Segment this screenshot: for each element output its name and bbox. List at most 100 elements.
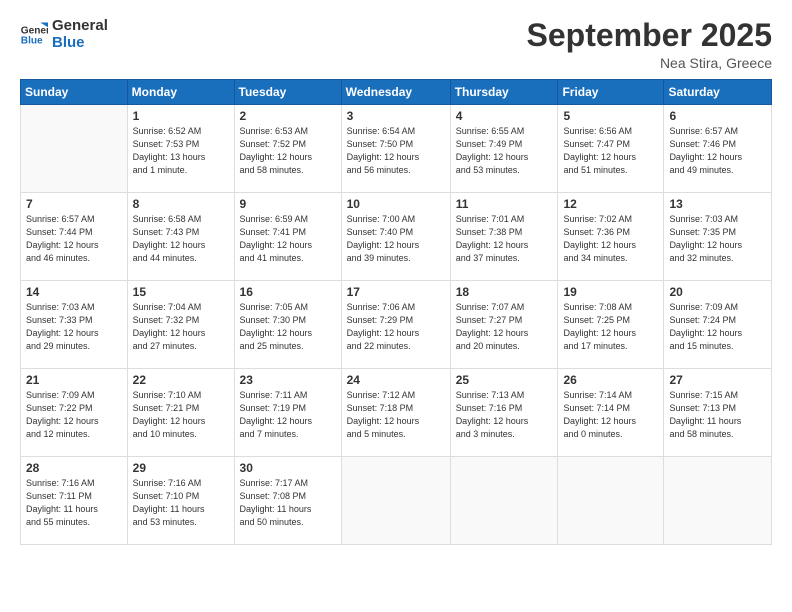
day-number: 27 bbox=[669, 373, 766, 387]
calendar-cell: 17Sunrise: 7:06 AM Sunset: 7:29 PM Dayli… bbox=[341, 281, 450, 369]
day-number: 1 bbox=[133, 109, 229, 123]
day-info: Sunrise: 7:15 AM Sunset: 7:13 PM Dayligh… bbox=[669, 389, 766, 441]
day-info: Sunrise: 7:05 AM Sunset: 7:30 PM Dayligh… bbox=[240, 301, 336, 353]
weekday-header-friday: Friday bbox=[558, 80, 664, 105]
calendar-cell: 4 Sunrise: 6:55 AM Sunset: 7:49 PM Daylig… bbox=[450, 105, 558, 193]
day-number: 18 bbox=[456, 285, 553, 299]
title-block: September 2025 Nea Stira, Greece bbox=[527, 18, 772, 71]
location-subtitle: Nea Stira, Greece bbox=[527, 55, 772, 71]
day-info: Sunrise: 7:02 AM Sunset: 7:36 PM Dayligh… bbox=[563, 213, 658, 265]
header: General Blue General Blue September 2025… bbox=[20, 18, 772, 71]
calendar-cell bbox=[450, 457, 558, 545]
day-number: 19 bbox=[563, 285, 658, 299]
weekday-header-wednesday: Wednesday bbox=[341, 80, 450, 105]
calendar-cell: 23Sunrise: 7:11 AM Sunset: 7:19 PM Dayli… bbox=[234, 369, 341, 457]
logo: General Blue General Blue bbox=[20, 18, 108, 51]
day-info: Sunrise: 6:57 AM Sunset: 7:46 PM Dayligh… bbox=[669, 125, 766, 177]
day-info: Sunrise: 6:54 AM Sunset: 7:50 PM Dayligh… bbox=[347, 125, 445, 177]
calendar-cell: 22 Sunrise: 7:10 AM Sunset: 7:21 PM Dayli… bbox=[127, 369, 234, 457]
calendar-cell bbox=[21, 105, 128, 193]
calendar-cell: 20 Sunrise: 7:09 AM Sunset: 7:24 PM Dayli… bbox=[664, 281, 772, 369]
calendar-cell: 9 Sunrise: 6:59 AM Sunset: 7:41 PM Daylig… bbox=[234, 193, 341, 281]
week-row-1: 1 Sunrise: 6:52 AM Sunset: 7:53 PM Daylig… bbox=[21, 105, 772, 193]
calendar-cell: 8 Sunrise: 6:58 AM Sunset: 7:43 PM Daylig… bbox=[127, 193, 234, 281]
svg-text:Blue: Blue bbox=[21, 35, 43, 46]
calendar-cell: 7 Sunrise: 6:57 AM Sunset: 7:44 PM Daylig… bbox=[21, 193, 128, 281]
calendar-cell: 28 Sunrise: 7:16 AM Sunset: 7:11 PM Dayli… bbox=[21, 457, 128, 545]
day-info: Sunrise: 6:56 AM Sunset: 7:47 PM Dayligh… bbox=[563, 125, 658, 177]
weekday-header-thursday: Thursday bbox=[450, 80, 558, 105]
weekday-header-monday: Monday bbox=[127, 80, 234, 105]
calendar-cell: 10Sunrise: 7:00 AM Sunset: 7:40 PM Dayli… bbox=[341, 193, 450, 281]
day-number: 6 bbox=[669, 109, 766, 123]
day-number: 30 bbox=[240, 461, 336, 475]
day-number: 2 bbox=[240, 109, 336, 123]
week-row-4: 21 Sunrise: 7:09 AM Sunset: 7:22 PM Dayli… bbox=[21, 369, 772, 457]
day-info: Sunrise: 6:58 AM Sunset: 7:43 PM Dayligh… bbox=[133, 213, 229, 265]
calendar-cell: 30 Sunrise: 7:17 AM Sunset: 7:08 PM Dayli… bbox=[234, 457, 341, 545]
day-number: 20 bbox=[669, 285, 766, 299]
day-number: 17 bbox=[347, 285, 445, 299]
day-info: Sunrise: 7:01 AM Sunset: 7:38 PM Dayligh… bbox=[456, 213, 553, 265]
calendar-cell: 27 Sunrise: 7:15 AM Sunset: 7:13 PM Dayli… bbox=[664, 369, 772, 457]
day-info: Sunrise: 6:55 AM Sunset: 7:49 PM Dayligh… bbox=[456, 125, 553, 177]
calendar-cell: 16 Sunrise: 7:05 AM Sunset: 7:30 PM Dayli… bbox=[234, 281, 341, 369]
logo-icon: General Blue bbox=[20, 21, 48, 49]
day-info: Sunrise: 7:17 AM Sunset: 7:08 PM Dayligh… bbox=[240, 477, 336, 529]
day-info: Sunrise: 7:00 AM Sunset: 7:40 PM Dayligh… bbox=[347, 213, 445, 265]
calendar-cell: 14 Sunrise: 7:03 AM Sunset: 7:33 PM Dayli… bbox=[21, 281, 128, 369]
weekday-header-row: SundayMondayTuesdayWednesdayThursdayFrid… bbox=[21, 80, 772, 105]
week-row-3: 14 Sunrise: 7:03 AM Sunset: 7:33 PM Dayli… bbox=[21, 281, 772, 369]
weekday-header-tuesday: Tuesday bbox=[234, 80, 341, 105]
day-info: Sunrise: 7:09 AM Sunset: 7:24 PM Dayligh… bbox=[669, 301, 766, 353]
day-number: 16 bbox=[240, 285, 336, 299]
weekday-header-saturday: Saturday bbox=[664, 80, 772, 105]
day-info: Sunrise: 7:13 AM Sunset: 7:16 PM Dayligh… bbox=[456, 389, 553, 441]
calendar-cell: 13Sunrise: 7:03 AM Sunset: 7:35 PM Dayli… bbox=[664, 193, 772, 281]
day-number: 28 bbox=[26, 461, 122, 475]
day-number: 23 bbox=[240, 373, 336, 387]
day-number: 15 bbox=[133, 285, 229, 299]
calendar-cell: 24Sunrise: 7:12 AM Sunset: 7:18 PM Dayli… bbox=[341, 369, 450, 457]
day-info: Sunrise: 7:08 AM Sunset: 7:25 PM Dayligh… bbox=[563, 301, 658, 353]
calendar-cell bbox=[558, 457, 664, 545]
day-info: Sunrise: 7:07 AM Sunset: 7:27 PM Dayligh… bbox=[456, 301, 553, 353]
day-number: 13 bbox=[669, 197, 766, 211]
day-info: Sunrise: 7:04 AM Sunset: 7:32 PM Dayligh… bbox=[133, 301, 229, 353]
calendar-cell: 26Sunrise: 7:14 AM Sunset: 7:14 PM Dayli… bbox=[558, 369, 664, 457]
weekday-header-sunday: Sunday bbox=[21, 80, 128, 105]
day-info: Sunrise: 6:52 AM Sunset: 7:53 PM Dayligh… bbox=[133, 125, 229, 177]
logo-blue: Blue bbox=[52, 35, 108, 52]
day-info: Sunrise: 6:57 AM Sunset: 7:44 PM Dayligh… bbox=[26, 213, 122, 265]
day-number: 7 bbox=[26, 197, 122, 211]
week-row-5: 28 Sunrise: 7:16 AM Sunset: 7:11 PM Dayli… bbox=[21, 457, 772, 545]
day-info: Sunrise: 6:53 AM Sunset: 7:52 PM Dayligh… bbox=[240, 125, 336, 177]
page: General Blue General Blue September 2025… bbox=[0, 0, 792, 612]
day-number: 5 bbox=[563, 109, 658, 123]
day-number: 22 bbox=[133, 373, 229, 387]
calendar-cell: 15 Sunrise: 7:04 AM Sunset: 7:32 PM Dayli… bbox=[127, 281, 234, 369]
month-title: September 2025 bbox=[527, 18, 772, 53]
calendar-cell: 6 Sunrise: 6:57 AM Sunset: 7:46 PM Daylig… bbox=[664, 105, 772, 193]
day-number: 21 bbox=[26, 373, 122, 387]
day-info: Sunrise: 7:09 AM Sunset: 7:22 PM Dayligh… bbox=[26, 389, 122, 441]
day-info: Sunrise: 7:12 AM Sunset: 7:18 PM Dayligh… bbox=[347, 389, 445, 441]
day-number: 14 bbox=[26, 285, 122, 299]
calendar-cell: 19 Sunrise: 7:08 AM Sunset: 7:25 PM Dayli… bbox=[558, 281, 664, 369]
day-info: Sunrise: 7:16 AM Sunset: 7:11 PM Dayligh… bbox=[26, 477, 122, 529]
day-number: 25 bbox=[456, 373, 553, 387]
calendar-cell: 3 Sunrise: 6:54 AM Sunset: 7:50 PM Daylig… bbox=[341, 105, 450, 193]
calendar-cell: 1 Sunrise: 6:52 AM Sunset: 7:53 PM Daylig… bbox=[127, 105, 234, 193]
day-info: Sunrise: 7:03 AM Sunset: 7:33 PM Dayligh… bbox=[26, 301, 122, 353]
calendar-cell: 21 Sunrise: 7:09 AM Sunset: 7:22 PM Dayli… bbox=[21, 369, 128, 457]
day-info: Sunrise: 6:59 AM Sunset: 7:41 PM Dayligh… bbox=[240, 213, 336, 265]
day-number: 26 bbox=[563, 373, 658, 387]
calendar-body: 1 Sunrise: 6:52 AM Sunset: 7:53 PM Daylig… bbox=[21, 105, 772, 545]
calendar-table: SundayMondayTuesdayWednesdayThursdayFrid… bbox=[20, 79, 772, 545]
day-number: 3 bbox=[347, 109, 445, 123]
calendar-cell bbox=[664, 457, 772, 545]
day-info: Sunrise: 7:10 AM Sunset: 7:21 PM Dayligh… bbox=[133, 389, 229, 441]
day-number: 8 bbox=[133, 197, 229, 211]
day-number: 4 bbox=[456, 109, 553, 123]
day-number: 9 bbox=[240, 197, 336, 211]
